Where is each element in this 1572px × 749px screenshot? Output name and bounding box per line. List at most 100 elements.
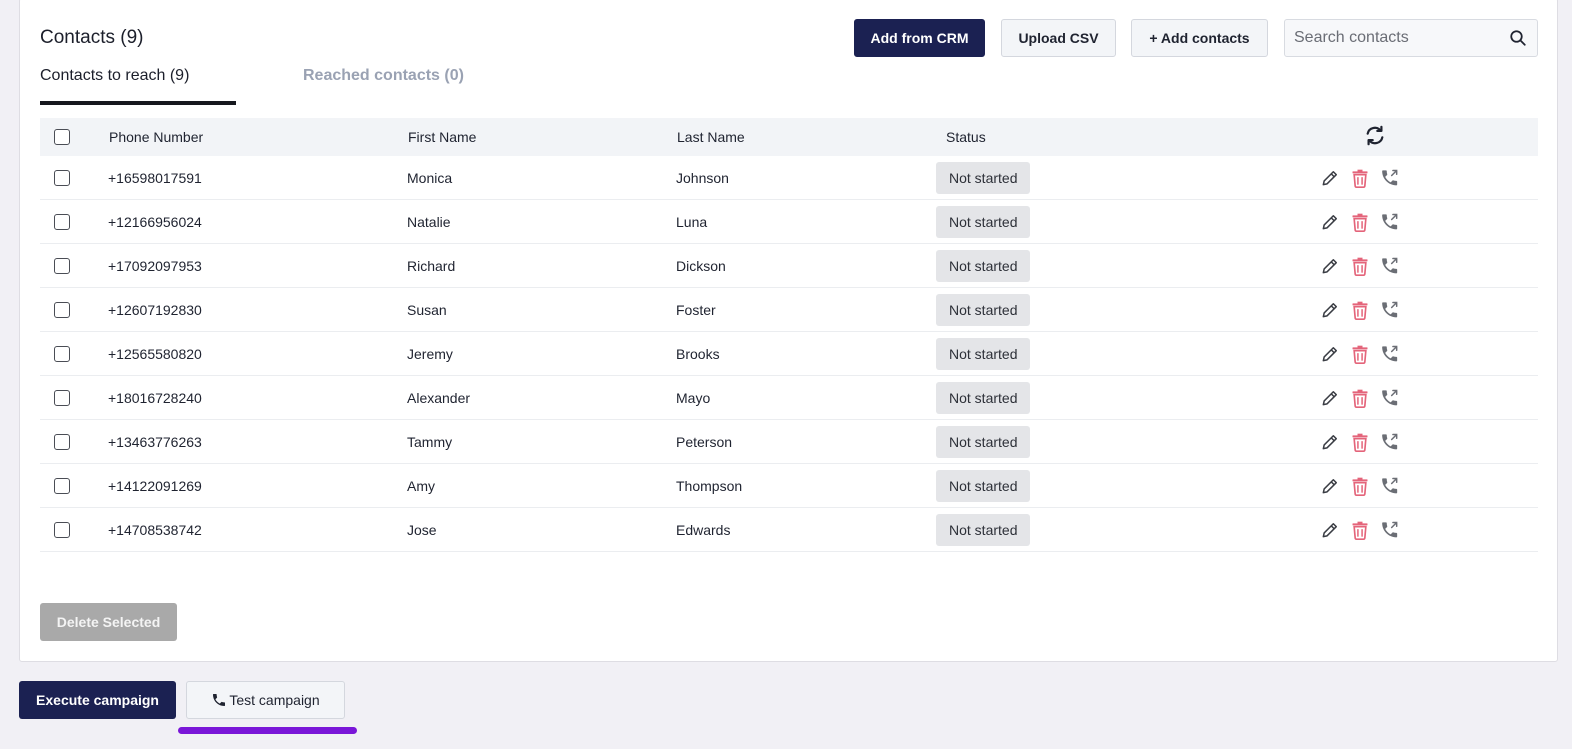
column-header-first-name: First Name [408, 129, 477, 145]
status-text: Not started [936, 513, 1031, 546]
status-badge: Not started [936, 425, 1031, 458]
phone-number: +14122091269 [108, 477, 202, 494]
last-name: Dickson [676, 257, 726, 274]
status-badge: Not started [936, 161, 1031, 194]
page-title: Contacts (9) [40, 27, 144, 48]
execute-campaign-button[interactable]: Execute campaign [19, 681, 176, 719]
row-checkbox[interactable] [54, 213, 70, 230]
pencil-icon[interactable] [1320, 432, 1340, 452]
trash-icon[interactable] [1350, 432, 1370, 452]
status-text: Not started [936, 469, 1031, 502]
status-badge: Not started [936, 381, 1031, 414]
first-name: Susan [407, 301, 447, 318]
pencil-icon[interactable] [1320, 344, 1340, 364]
test-campaign-label: Test campaign [229, 692, 320, 708]
last-name: Peterson [676, 433, 733, 450]
status-badge: Not started [936, 469, 1031, 502]
row-checkbox[interactable] [54, 301, 70, 318]
column-header-status: Status [946, 129, 986, 145]
first-name: Monica [407, 169, 453, 186]
first-name: Jeremy [407, 345, 453, 362]
status-text: Not started [936, 337, 1031, 370]
row-actions [1320, 344, 1400, 364]
phone-number: +16598017591 [108, 169, 202, 186]
select-all-checkbox[interactable] [54, 129, 70, 145]
phone-icon [213, 694, 226, 706]
active-tab-indicator [40, 101, 236, 105]
phone-forward-icon[interactable] [1380, 168, 1400, 188]
search-input[interactable] [1285, 20, 1495, 56]
status-badge: Not started [936, 293, 1031, 326]
row-checkbox[interactable] [54, 257, 70, 274]
last-name: Mayo [676, 389, 711, 406]
first-name: Tammy [407, 433, 453, 450]
first-name: Alexander [407, 389, 471, 406]
status-text: Not started [936, 161, 1031, 194]
row-checkbox[interactable] [54, 169, 70, 186]
phone-number: +12166956024 [108, 213, 202, 230]
status-text: Not started [936, 425, 1031, 458]
tab-contacts-to-reach[interactable]: Contacts to reach (9) [40, 67, 189, 85]
row-checkbox[interactable] [54, 521, 70, 538]
phone-number: +13463776263 [108, 433, 202, 450]
column-header-last-name: Last Name [677, 129, 745, 145]
table-row: +14122091269 Amy Thompson Not started [40, 464, 1538, 508]
status-badge: Not started [936, 205, 1031, 238]
pencil-icon[interactable] [1320, 212, 1340, 232]
trash-icon[interactable] [1350, 212, 1370, 232]
phone-number: +14708538742 [108, 521, 202, 538]
delete-selected-button[interactable]: Delete Selected [40, 603, 177, 641]
trash-icon[interactable] [1350, 300, 1370, 320]
phone-number: +12607192830 [108, 301, 202, 318]
phone-forward-icon[interactable] [1380, 344, 1400, 364]
table-row: +16598017591 Monica Johnson Not started [40, 156, 1538, 200]
add-from-crm-button[interactable]: Add from CRM [854, 19, 985, 57]
row-checkbox[interactable] [54, 389, 70, 406]
status-text: Not started [936, 205, 1031, 238]
trash-icon[interactable] [1350, 256, 1370, 276]
tab-reached-contacts[interactable]: Reached contacts (0) [303, 67, 464, 85]
row-actions [1320, 256, 1400, 276]
first-name: Jose [407, 521, 437, 538]
table-row: +14708538742 Jose Edwards Not started [40, 508, 1538, 552]
phone-forward-icon[interactable] [1380, 388, 1400, 408]
first-name: Amy [407, 477, 435, 494]
table-row: +12565580820 Jeremy Brooks Not started [40, 332, 1538, 376]
status-text: Not started [936, 293, 1031, 326]
trash-icon[interactable] [1350, 520, 1370, 540]
phone-forward-icon[interactable] [1380, 476, 1400, 496]
phone-forward-icon[interactable] [1380, 432, 1400, 452]
trash-icon[interactable] [1350, 344, 1370, 364]
pencil-icon[interactable] [1320, 520, 1340, 540]
search-icon[interactable] [1509, 29, 1527, 47]
phone-forward-icon[interactable] [1380, 300, 1400, 320]
row-actions [1320, 388, 1400, 408]
contacts-table: Phone Number First Name Last Name Status… [40, 118, 1538, 552]
row-actions [1320, 476, 1400, 496]
upload-csv-button[interactable]: Upload CSV [1001, 19, 1116, 57]
row-actions [1320, 168, 1400, 188]
row-checkbox[interactable] [54, 477, 70, 494]
status-badge: Not started [936, 513, 1031, 546]
row-checkbox[interactable] [54, 433, 70, 450]
pencil-icon[interactable] [1320, 168, 1340, 188]
phone-forward-icon[interactable] [1380, 212, 1400, 232]
phone-number: +12565580820 [108, 345, 202, 362]
pencil-icon[interactable] [1320, 256, 1340, 276]
highlight-underline [178, 727, 357, 734]
pencil-icon[interactable] [1320, 476, 1340, 496]
phone-forward-icon[interactable] [1380, 256, 1400, 276]
test-campaign-button[interactable]: Test campaign [186, 681, 345, 719]
status-badge: Not started [936, 337, 1031, 370]
pencil-icon[interactable] [1320, 300, 1340, 320]
row-checkbox[interactable] [54, 345, 70, 362]
trash-icon[interactable] [1350, 476, 1370, 496]
search-box [1284, 19, 1538, 57]
trash-icon[interactable] [1350, 388, 1370, 408]
add-contacts-button[interactable]: + Add contacts [1131, 19, 1268, 57]
trash-icon[interactable] [1350, 168, 1370, 188]
table-row: +12166956024 Natalie Luna Not started [40, 200, 1538, 244]
refresh-icon[interactable] [1364, 125, 1386, 150]
phone-forward-icon[interactable] [1380, 520, 1400, 540]
pencil-icon[interactable] [1320, 388, 1340, 408]
